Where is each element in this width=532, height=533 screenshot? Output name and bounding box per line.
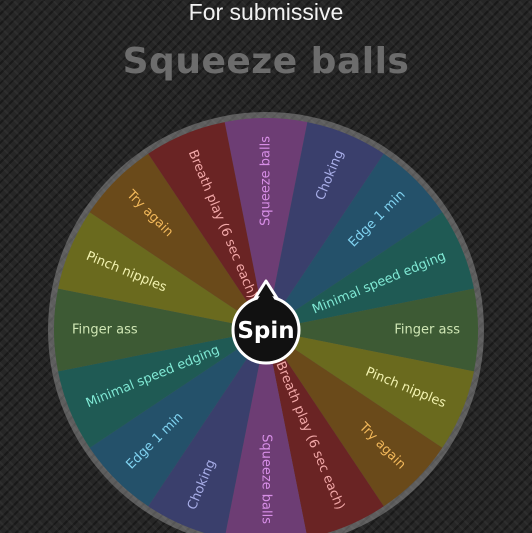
spin-wheel[interactable]: Squeeze balls ChokingEdge 1 minMinimal sp… <box>0 0 532 533</box>
wheel-segment-label: Squeeze balls <box>259 136 274 226</box>
spin-button-label[interactable]: Spin <box>237 318 294 344</box>
wheel-segment-label: Finger ass <box>394 323 460 338</box>
wheel-segment-label: Finger ass <box>72 323 138 338</box>
wheel-segment-label: Squeeze balls <box>259 434 274 524</box>
